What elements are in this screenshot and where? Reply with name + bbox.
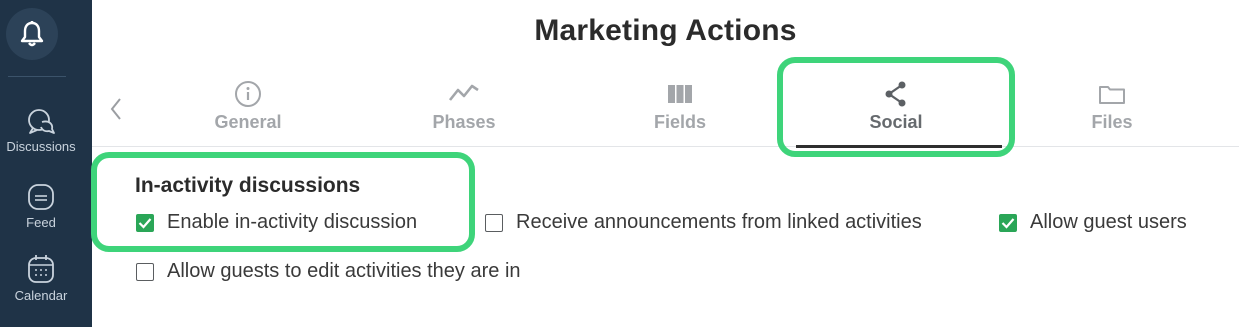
sidebar-item-feed[interactable]: Feed (0, 182, 82, 230)
sidebar-item-label: Discussions (6, 139, 76, 154)
sidebar: Discussions Feed Calendar (0, 0, 92, 327)
sidebar-divider (8, 76, 66, 77)
checkmark-icon (1001, 217, 1015, 229)
chat-bubbles-icon (28, 109, 55, 134)
enable-discussion-option[interactable]: Enable in-activity discussion (136, 211, 417, 234)
tabs-scroll-left-button[interactable] (105, 96, 127, 122)
notifications-button[interactable] (6, 8, 58, 60)
receive-announcements-checkbox[interactable] (485, 213, 503, 232)
sidebar-item-discussions[interactable]: Discussions (0, 106, 82, 154)
info-icon (235, 81, 261, 107)
tab-label: Files (1091, 112, 1133, 132)
social-tab-highlight (777, 57, 1015, 157)
bell-icon (20, 21, 44, 47)
allow-guest-users-checkbox[interactable] (999, 213, 1017, 232)
checkmark-icon (138, 217, 152, 229)
columns-icon (668, 85, 692, 103)
receive-announcements-option[interactable]: Receive announcements from linked activi… (485, 211, 922, 234)
option-label: Allow guests to edit activities they are… (167, 260, 521, 282)
tab-phases[interactable]: Phases (374, 80, 554, 133)
chevron-left-icon (110, 98, 121, 120)
tab-fields[interactable]: Fields (590, 80, 770, 133)
sidebar-item-label: Feed (26, 215, 56, 230)
calendar-icon (28, 255, 54, 283)
tab-label: Phases (432, 112, 496, 132)
tab-general[interactable]: General (158, 80, 338, 133)
sidebar-item-label: Calendar (14, 288, 68, 303)
tabs-divider (92, 146, 1239, 147)
section-title: In-activity discussions (135, 174, 361, 197)
option-label: Receive announcements from linked activi… (516, 211, 922, 233)
option-label: Allow guest users (1030, 211, 1187, 233)
guests-edit-checkbox[interactable] (136, 262, 154, 281)
tab-label: General (214, 112, 282, 132)
sidebar-item-calendar[interactable]: Calendar (0, 253, 82, 303)
folder-icon (1099, 86, 1125, 104)
option-label: Enable in-activity discussion (167, 211, 418, 233)
tab-label: Fields (653, 112, 706, 132)
feed-icon (28, 184, 54, 210)
discussion-option-highlight (91, 152, 475, 252)
page-title: Marketing Actions (534, 14, 797, 47)
tab-files[interactable]: Files (1022, 80, 1202, 133)
phases-line-icon (448, 84, 479, 101)
enable-discussion-checkbox[interactable] (136, 213, 154, 232)
guests-edit-option[interactable]: Allow guests to edit activities they are… (136, 260, 521, 283)
allow-guest-users-option[interactable]: Allow guest users (999, 211, 1187, 234)
